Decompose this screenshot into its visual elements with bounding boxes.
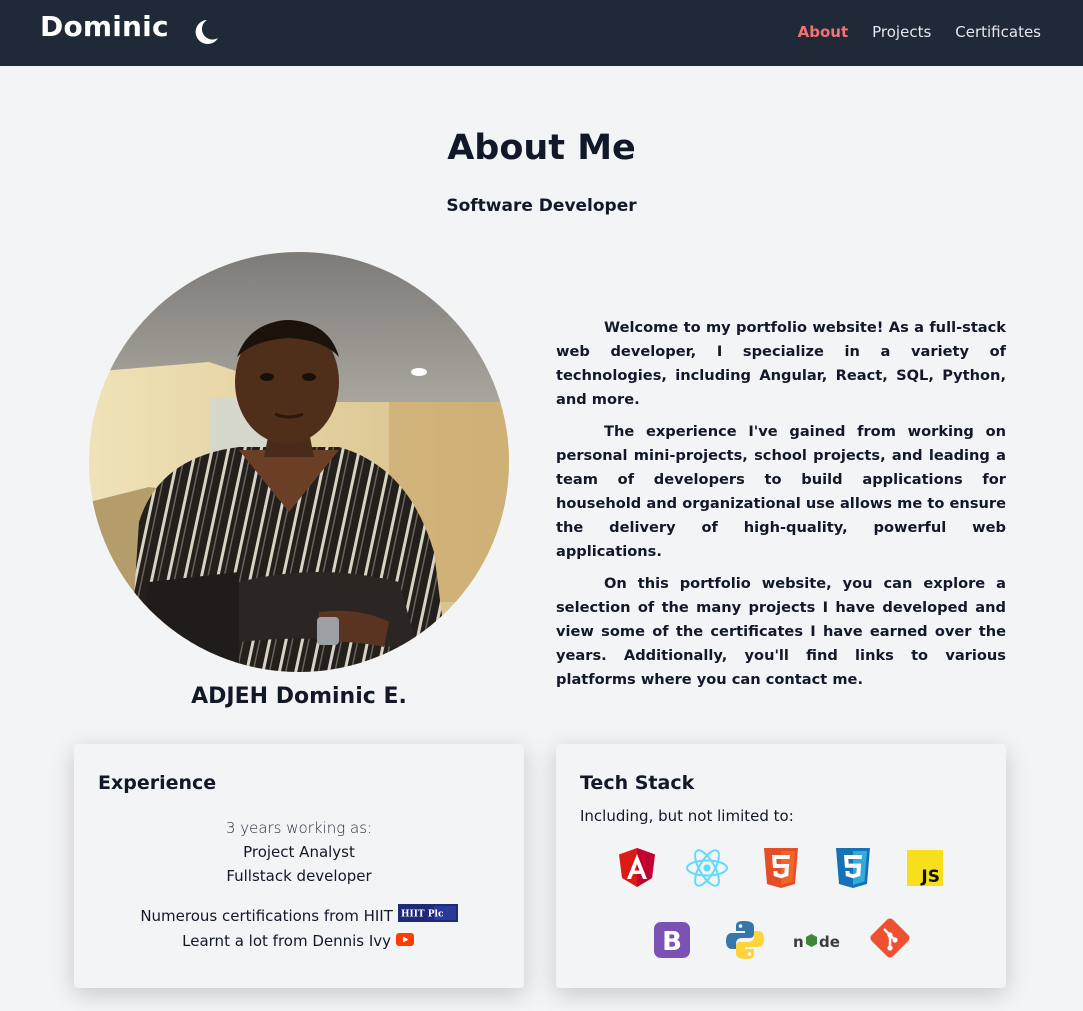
bootstrap-icon: B (652, 918, 696, 962)
profile-photo (89, 252, 509, 672)
bio-paragraph-portfolio: On this portfolio website, you can explo… (556, 575, 1006, 688)
experience-certifications-row: Numerous certifications from HIIT HIIT P… (74, 904, 524, 929)
hiit-logo[interactable]: HIIT Plc (397, 904, 458, 929)
svg-text:n: n (793, 933, 804, 951)
nav-link-projects[interactable]: Projects (872, 23, 931, 41)
moon-icon[interactable] (190, 16, 222, 48)
tech-stack-title: Tech Stack (580, 772, 695, 794)
html5-icon (759, 846, 803, 890)
nav-link-about[interactable]: About (798, 23, 849, 41)
experience-role-analyst: Project Analyst (243, 843, 355, 861)
experience-body: 3 years working as: Project Analyst Full… (74, 816, 524, 954)
tech-stack-subtitle: Including, but not limited to: (580, 807, 794, 825)
bio-section: Welcome to my portfolio website! As a fu… (556, 316, 1006, 700)
profile-name: ADJEH Dominic E. (191, 684, 407, 709)
experience-card: Experience 3 years working as: Project A… (74, 744, 524, 988)
youtube-icon[interactable] (395, 930, 416, 954)
experience-intro: 3 years working as: (225, 819, 373, 837)
nav-link-certificates[interactable]: Certificates (955, 23, 1041, 41)
javascript-icon: JS (905, 846, 949, 890)
nav-links: About Projects Certificates (798, 23, 1041, 41)
experience-role-fullstack: Fullstack developer (226, 867, 372, 885)
bio-paragraph-welcome: Welcome to my portfolio website! As a fu… (556, 319, 1006, 408)
tech-stack-card: Tech Stack Including, but not limited to… (556, 744, 1006, 988)
svg-text:B: B (662, 927, 682, 957)
navbar: Dominic About Projects Certificates (0, 0, 1083, 66)
brand-name[interactable]: Dominic (40, 10, 169, 43)
experience-learning-row: Learnt a lot from Dennis Ivy (74, 929, 524, 954)
git-icon (866, 918, 910, 962)
experience-title: Experience (98, 772, 217, 794)
python-icon (723, 918, 767, 962)
experience-learning: Learnt a lot from Dennis Ivy (182, 932, 392, 950)
nodejs-icon: n de (792, 918, 844, 962)
svg-text:JS: JS (920, 867, 940, 887)
svg-text:de: de (819, 933, 840, 951)
page-title: About Me (447, 128, 636, 168)
angular-icon (615, 846, 659, 890)
page-subtitle: Software Developer (446, 196, 637, 216)
react-icon (685, 846, 729, 890)
hiit-logo-text: HIIT Plc (401, 910, 444, 920)
experience-certifications: Numerous certifications from HIIT (140, 907, 393, 925)
css3-icon (831, 846, 875, 890)
bio-paragraph-experience: The experience I've gained from working … (556, 423, 1006, 560)
